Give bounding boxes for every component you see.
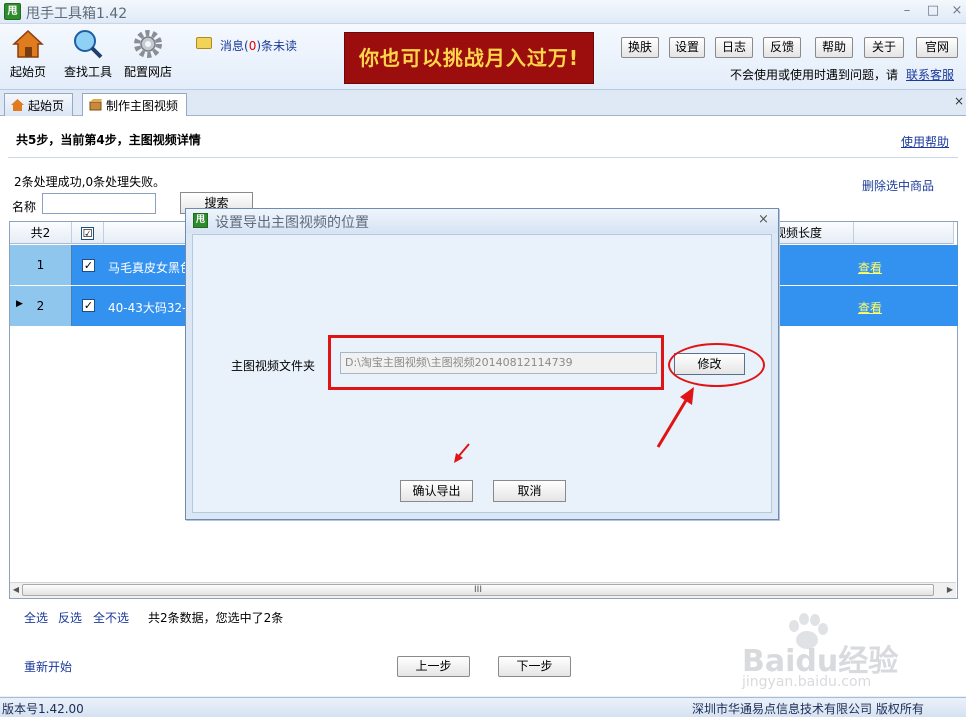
select-all-link[interactable]: 全选 <box>24 609 48 626</box>
delete-selected-link[interactable]: 删除选中商品 <box>862 177 934 194</box>
message-icon[interactable] <box>196 37 212 49</box>
messages-prefix: 消息( <box>220 39 249 53</box>
close-button[interactable]: × <box>946 2 966 20</box>
settings-button[interactable]: 设置 <box>669 37 705 58</box>
scroll-right-icon[interactable]: ▶ <box>944 584 956 596</box>
tab-home-label: 起始页 <box>28 99 65 113</box>
window-title: 甩手工具箱1.42 <box>26 6 128 22</box>
annotation-highlight-box <box>328 335 664 390</box>
tool-find-label: 查找工具 <box>63 65 112 79</box>
cancel-button[interactable]: 取消 <box>493 480 566 502</box>
process-result-text: 2条处理成功,0条处理失败。 <box>14 175 166 189</box>
row-title: 马毛真皮女黑色 <box>108 261 193 275</box>
tool-config-label: 配置网店 <box>123 65 172 79</box>
help-hint-text: 不会使用或使用时遇到问题，请 <box>730 68 899 82</box>
official-site-button[interactable]: 官网 <box>916 37 958 58</box>
app-logo-icon: 甩 <box>4 3 21 20</box>
version-text: 版本号1.42.00 <box>2 702 84 716</box>
row-checkbox[interactable]: ✓ <box>82 299 95 312</box>
grid-header-video-length: 视频长度 <box>774 222 854 244</box>
tool-home-button[interactable]: 起始页 <box>0 28 56 80</box>
magnifier-icon <box>74 30 103 59</box>
box-icon <box>89 99 102 111</box>
row-index: 1 <box>10 245 72 285</box>
promo-banner[interactable]: 你也可以挑战月入过万! <box>344 32 594 84</box>
dialog-close-icon[interactable]: × <box>758 212 769 227</box>
annotation-small-arrow-icon <box>454 443 470 463</box>
home-icon <box>11 99 24 111</box>
baidu-watermark: Baidu经验 jingyan.baidu.com <box>742 612 962 697</box>
close-tab-icon[interactable]: × <box>954 94 964 108</box>
row-view-link[interactable]: 查看 <box>858 259 882 276</box>
dialog-title: 设置导出主图视频的位置 <box>215 215 369 231</box>
tool-home-label: 起始页 <box>9 65 46 79</box>
invert-selection-link[interactable]: 反选 <box>58 609 82 626</box>
messages-link[interactable]: 消息(0)条未读 <box>220 37 297 54</box>
tool-find-button[interactable]: 查找工具 <box>60 28 116 80</box>
feedback-button[interactable]: 反馈 <box>763 37 801 58</box>
select-none-link[interactable]: 全不选 <box>93 609 129 626</box>
window-titlebar <box>0 0 966 24</box>
log-button[interactable]: 日志 <box>715 37 753 58</box>
row-title: 40-43大码32-3 <box>108 301 195 315</box>
usage-help-link[interactable]: 使用帮助 <box>901 133 949 150</box>
restart-link[interactable]: 重新开始 <box>24 658 72 675</box>
tool-config-button[interactable]: 配置网店 <box>120 28 176 80</box>
selection-count-text: 共2条数据，您选中了2条 <box>148 611 284 625</box>
name-search-input[interactable] <box>42 193 156 214</box>
contact-support-link[interactable]: 联系客服 <box>906 66 954 83</box>
home-icon <box>12 29 44 58</box>
grid-header-checkbox[interactable]: ☑ <box>72 222 104 244</box>
tab-make-video[interactable]: 制作主图视频 <box>82 93 188 117</box>
scroll-left-icon[interactable]: ◀ <box>10 584 22 596</box>
annotation-arrow-icon <box>656 387 694 448</box>
row-checkbox[interactable]: ✓ <box>82 259 95 272</box>
skin-button[interactable]: 换肤 <box>621 37 659 58</box>
gear-icon <box>134 30 162 58</box>
grid-header-count: 共2 <box>10 222 72 244</box>
maximize-button[interactable]: □ <box>922 2 944 20</box>
dialog-logo-icon: 甩 <box>193 213 208 228</box>
grid-header-view <box>854 222 954 244</box>
watermark-url: jingyan.baidu.com <box>742 674 872 690</box>
messages-suffix: )条未读 <box>256 39 298 53</box>
annotation-highlight-ellipse <box>668 343 765 387</box>
scrollbar-thumb[interactable]: III <box>22 584 934 596</box>
name-label: 名称 <box>12 200 37 214</box>
folder-label: 主图视频文件夹 <box>231 359 316 373</box>
about-button[interactable]: 关于 <box>864 37 904 58</box>
select-all-checkbox[interactable]: ☑ <box>81 227 94 240</box>
row-view-link[interactable]: 查看 <box>858 299 882 316</box>
minimize-button[interactable]: – <box>896 2 918 20</box>
confirm-export-button[interactable]: 确认导出 <box>400 480 473 502</box>
next-step-button[interactable]: 下一步 <box>498 656 571 677</box>
divider <box>8 157 958 158</box>
prev-step-button[interactable]: 上一步 <box>397 656 470 677</box>
help-button[interactable]: 帮助 <box>815 37 853 58</box>
tab-make-video-label: 制作主图视频 <box>106 99 179 113</box>
tab-home[interactable]: 起始页 <box>4 93 74 116</box>
step-title: 共5步，当前第4步，主图视频详情 <box>16 133 201 147</box>
current-row-arrow-icon: ▶ <box>16 299 23 309</box>
copyright-text: 深圳市华通易点信息技术有限公司 版权所有 <box>692 702 924 716</box>
